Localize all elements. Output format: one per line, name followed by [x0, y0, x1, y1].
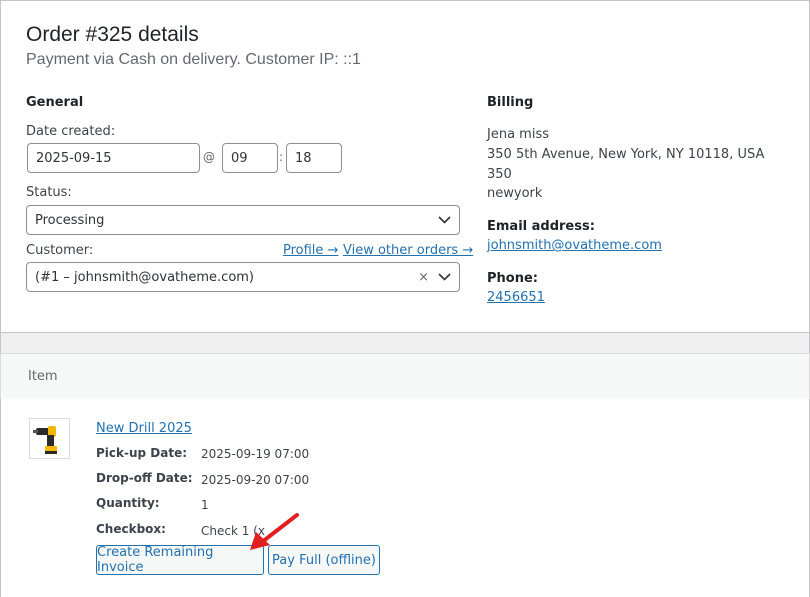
customer-select[interactable]: (#1 – johnsmith@ovatheme.com) × — [26, 262, 460, 292]
minute-input[interactable]: 18 — [286, 143, 342, 173]
create-remaining-invoice-button[interactable]: Create Remaining Invoice — [96, 545, 264, 575]
chevron-down-icon — [437, 270, 451, 284]
email-link[interactable]: johnsmith@ovatheme.com — [487, 238, 662, 253]
view-other-orders-link[interactable]: View other orders → — [343, 243, 473, 258]
dropoff-date-label: Drop-off Date: — [96, 471, 193, 485]
billing-address: 350 5th Avenue, New York, NY 10118, USA — [487, 147, 765, 162]
billing-city: newyork — [487, 186, 543, 201]
hour-value: 09 — [231, 150, 248, 166]
billing-address-2: 350 — [487, 167, 512, 182]
status-label: Status: — [26, 185, 72, 200]
quantity-label: Quantity: — [96, 496, 160, 510]
hour-input[interactable]: 09 — [222, 143, 278, 173]
at-separator: @ — [203, 150, 215, 164]
date-created-label: Date created: — [26, 124, 116, 139]
date-created-value: 2025-09-15 — [36, 150, 112, 166]
general-heading: General — [26, 95, 84, 110]
phone-label: Phone: — [487, 271, 538, 286]
billing-name: Jena miss — [487, 127, 549, 142]
pickup-date-label: Pick-up Date: — [96, 446, 188, 460]
item-column-header: Item — [28, 369, 58, 384]
email-label: Email address: — [487, 219, 595, 234]
drill-icon — [33, 426, 57, 454]
clear-customer-icon[interactable]: × — [418, 270, 429, 285]
pickup-date-value: 2025-09-19 07:00 — [201, 447, 310, 461]
order-subtitle: Payment via Cash on delivery. Customer I… — [26, 51, 361, 68]
page-title: Order #325 details — [26, 23, 199, 46]
items-table-header: Item — [0, 353, 810, 399]
quantity-value: 1 — [201, 498, 209, 512]
section-gap — [0, 333, 810, 353]
date-created-input[interactable]: 2025-09-15 — [27, 143, 200, 173]
dropoff-date-value: 2025-09-20 07:00 — [201, 473, 310, 487]
product-thumbnail[interactable] — [29, 418, 70, 459]
chevron-down-icon — [437, 213, 451, 227]
annotation-arrow-icon — [250, 513, 299, 550]
status-select[interactable]: Processing — [26, 205, 460, 235]
phone-link[interactable]: 2456651 — [487, 290, 545, 305]
status-value: Processing — [35, 212, 105, 228]
customer-label: Customer: — [26, 243, 94, 258]
product-name-link[interactable]: New Drill 2025 — [96, 421, 192, 436]
profile-link[interactable]: Profile → — [283, 243, 338, 258]
customer-value: (#1 – johnsmith@ovatheme.com) — [35, 269, 255, 285]
billing-heading: Billing — [487, 95, 534, 110]
minute-value: 18 — [295, 150, 312, 166]
checkbox-label: Checkbox: — [96, 522, 166, 536]
time-colon: : — [279, 150, 284, 164]
